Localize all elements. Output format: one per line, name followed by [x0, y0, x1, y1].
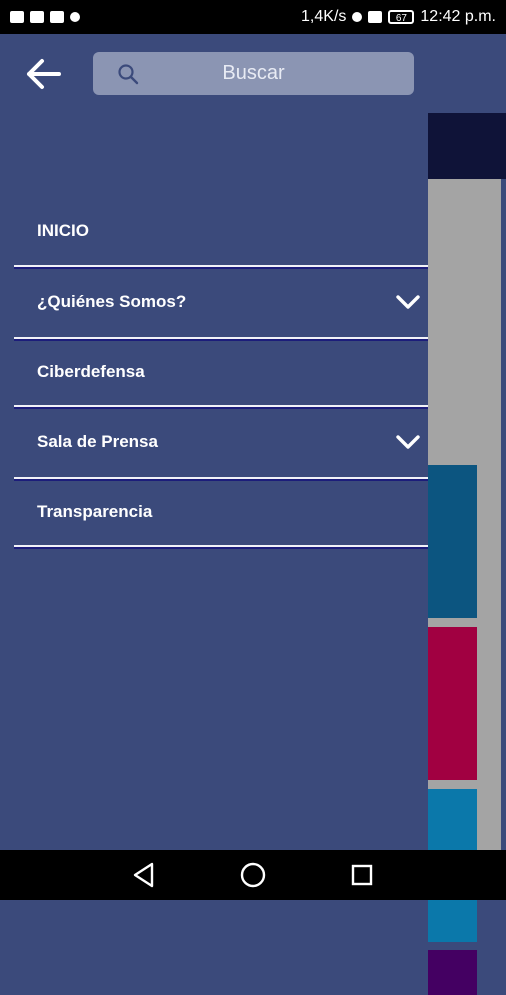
system-nav-bar — [0, 850, 506, 900]
clock: 12:42 p.m. — [420, 8, 496, 25]
search-placeholder: Buscar — [222, 62, 285, 84]
search-input[interactable]: Buscar — [93, 52, 414, 95]
circle-home-icon — [240, 862, 266, 888]
background-card[interactable] — [428, 950, 477, 995]
status-left-icons — [10, 11, 80, 23]
triangle-back-icon — [134, 862, 154, 888]
menu-item-label: Sala de Prensa — [37, 432, 158, 451]
square-recents-icon — [351, 864, 372, 886]
menu-item-label: INICIO — [37, 221, 89, 240]
image-icon — [50, 11, 64, 23]
menu-item-label: ¿Quiénes Somos? — [37, 292, 187, 311]
mail-icon — [30, 11, 44, 23]
menu-item-ciberdefensa[interactable]: Ciberdefensa — [14, 339, 428, 407]
arrow-left-icon — [27, 59, 61, 89]
voicemail-icon — [10, 11, 24, 23]
nav-recents-button[interactable] — [348, 861, 376, 889]
menu-item-sala-de-prensa[interactable]: Sala de Prensa — [14, 407, 428, 479]
search-icon — [118, 64, 139, 85]
alarm-icon — [352, 12, 363, 22]
menu-item-label: Transparencia — [37, 502, 153, 521]
background-content — [428, 179, 501, 995]
battery-icon: 67 — [388, 10, 415, 24]
bolt-icon — [70, 12, 80, 22]
menu-item-quienes-somos[interactable]: ¿Quiénes Somos? — [14, 267, 428, 339]
network-speed: 1,4K/s — [301, 8, 347, 25]
chevron-down-icon[interactable] — [396, 294, 420, 310]
navigation-drawer: Buscar INICIO ¿Quiénes Somos? Ciberdefen… — [0, 34, 428, 850]
background-card[interactable] — [428, 627, 477, 780]
status-right: 1,4K/s 67 12:42 p.m. — [301, 8, 496, 26]
chevron-down-icon[interactable] — [396, 434, 420, 450]
drawer-menu: INICIO ¿Quiénes Somos? Ciberdefensa Sala… — [14, 197, 428, 547]
back-button[interactable] — [26, 58, 62, 90]
menu-item-label: Ciberdefensa — [37, 362, 145, 381]
background-header — [428, 113, 506, 179]
nav-home-button[interactable] — [239, 861, 267, 889]
signal-icon — [368, 11, 383, 23]
menu-item-inicio[interactable]: INICIO — [14, 197, 428, 267]
menu-item-transparencia[interactable]: Transparencia — [14, 479, 428, 547]
nav-back-button[interactable] — [130, 861, 158, 889]
background-card[interactable] — [428, 465, 477, 618]
background-app — [428, 34, 506, 995]
status-bar: 1,4K/s 67 12:42 p.m. — [0, 0, 506, 34]
